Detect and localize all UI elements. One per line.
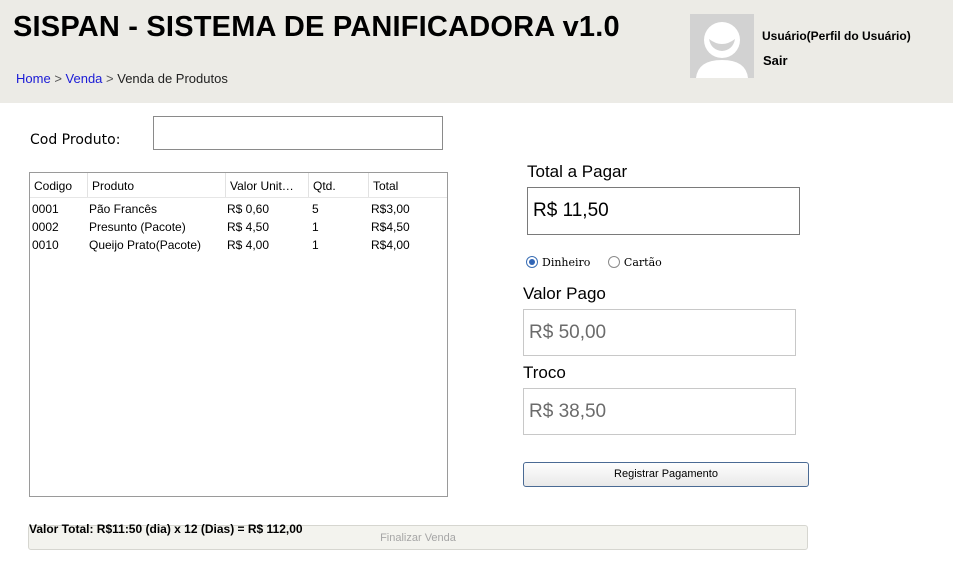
column-header-total[interactable]: Total bbox=[368, 173, 447, 197]
cell-total: R$4,50 bbox=[371, 220, 410, 234]
breadcrumb-venda-link[interactable]: Venda bbox=[66, 71, 103, 86]
cell-qtd: 1 bbox=[312, 220, 319, 234]
logout-link[interactable]: Sair bbox=[763, 53, 788, 68]
cell-valor-unit: R$ 4,00 bbox=[227, 238, 270, 252]
payment-method-label: Dinheiro bbox=[542, 255, 591, 269]
cell-total: R$4,00 bbox=[371, 238, 410, 252]
cell-codigo: 0002 bbox=[32, 220, 59, 234]
table-row[interactable]: 0001 Pão Francês R$ 0,60 5 R$3,00 bbox=[30, 200, 447, 218]
app-title: SISPAN - SISTEMA DE PANIFICADORA v1.0 bbox=[13, 11, 620, 43]
payment-method-card[interactable]: Cartão bbox=[607, 255, 662, 269]
column-header-produto[interactable]: Produto bbox=[87, 173, 225, 197]
cell-produto: Pão Francês bbox=[89, 202, 158, 216]
column-header-qtd[interactable]: Qtd. bbox=[308, 173, 368, 197]
items-table: Codigo Produto Valor Unit… Qtd. Total 00… bbox=[29, 172, 448, 497]
product-code-label: Cod Produto: bbox=[30, 132, 121, 148]
cell-codigo: 0010 bbox=[32, 238, 59, 252]
cell-qtd: 5 bbox=[312, 202, 319, 216]
amount-paid-label: Valor Pago bbox=[523, 284, 606, 303]
breadcrumb-separator: > bbox=[106, 71, 114, 86]
cell-produto: Presunto (Pacote) bbox=[89, 220, 186, 234]
radio-dinheiro[interactable] bbox=[526, 256, 538, 269]
payment-method-label: Cartão bbox=[623, 255, 662, 269]
column-header-codigo[interactable]: Codigo bbox=[30, 173, 87, 197]
cell-valor-unit: R$ 0,60 bbox=[227, 202, 270, 216]
cell-valor-unit: R$ 4,50 bbox=[227, 220, 270, 234]
cell-qtd: 1 bbox=[312, 238, 319, 252]
payment-method-cash[interactable]: Dinheiro bbox=[526, 255, 590, 269]
table-header: Codigo Produto Valor Unit… Qtd. Total bbox=[30, 173, 447, 198]
register-payment-button[interactable]: Registrar Pagamento bbox=[523, 462, 809, 487]
cell-codigo: 0001 bbox=[32, 202, 59, 216]
radio-cartao[interactable] bbox=[607, 256, 620, 269]
breadcrumb: Home > Venda > Venda de Produtos bbox=[16, 71, 228, 86]
total-to-pay-label: Total a Pagar bbox=[527, 162, 628, 181]
cell-produto: Queijo Prato(Pacote) bbox=[89, 238, 202, 252]
column-header-valor-unit[interactable]: Valor Unit… bbox=[225, 173, 308, 197]
cell-total: R$3,00 bbox=[371, 202, 410, 216]
breadcrumb-home-link[interactable]: Home bbox=[16, 71, 51, 86]
payment-method-group: Dinheiro Cartão bbox=[526, 255, 676, 271]
header-bar: SISPAN - SISTEMA DE PANIFICADORA v1.0 Ho… bbox=[0, 0, 953, 103]
change-field: R$ 38,50 bbox=[523, 388, 796, 435]
change-label: Troco bbox=[523, 363, 566, 382]
user-avatar-icon bbox=[690, 14, 754, 78]
table-row[interactable]: 0010 Queijo Prato(Pacote) R$ 4,00 1 R$4,… bbox=[30, 236, 447, 254]
sale-total-summary: Valor Total: R$11:50 (dia) x 12 (Dias) =… bbox=[29, 522, 303, 536]
breadcrumb-current: Venda de Produtos bbox=[117, 71, 228, 86]
product-code-input[interactable] bbox=[153, 116, 443, 150]
total-to-pay-field: R$ 11,50 bbox=[527, 187, 800, 235]
breadcrumb-separator: > bbox=[54, 71, 62, 86]
table-row[interactable]: 0002 Presunto (Pacote) R$ 4,50 1 R$4,50 bbox=[30, 218, 447, 236]
amount-paid-input[interactable]: R$ 50,00 bbox=[523, 309, 796, 356]
user-profile-name: Usuário(Perfil do Usuário) bbox=[762, 29, 911, 43]
